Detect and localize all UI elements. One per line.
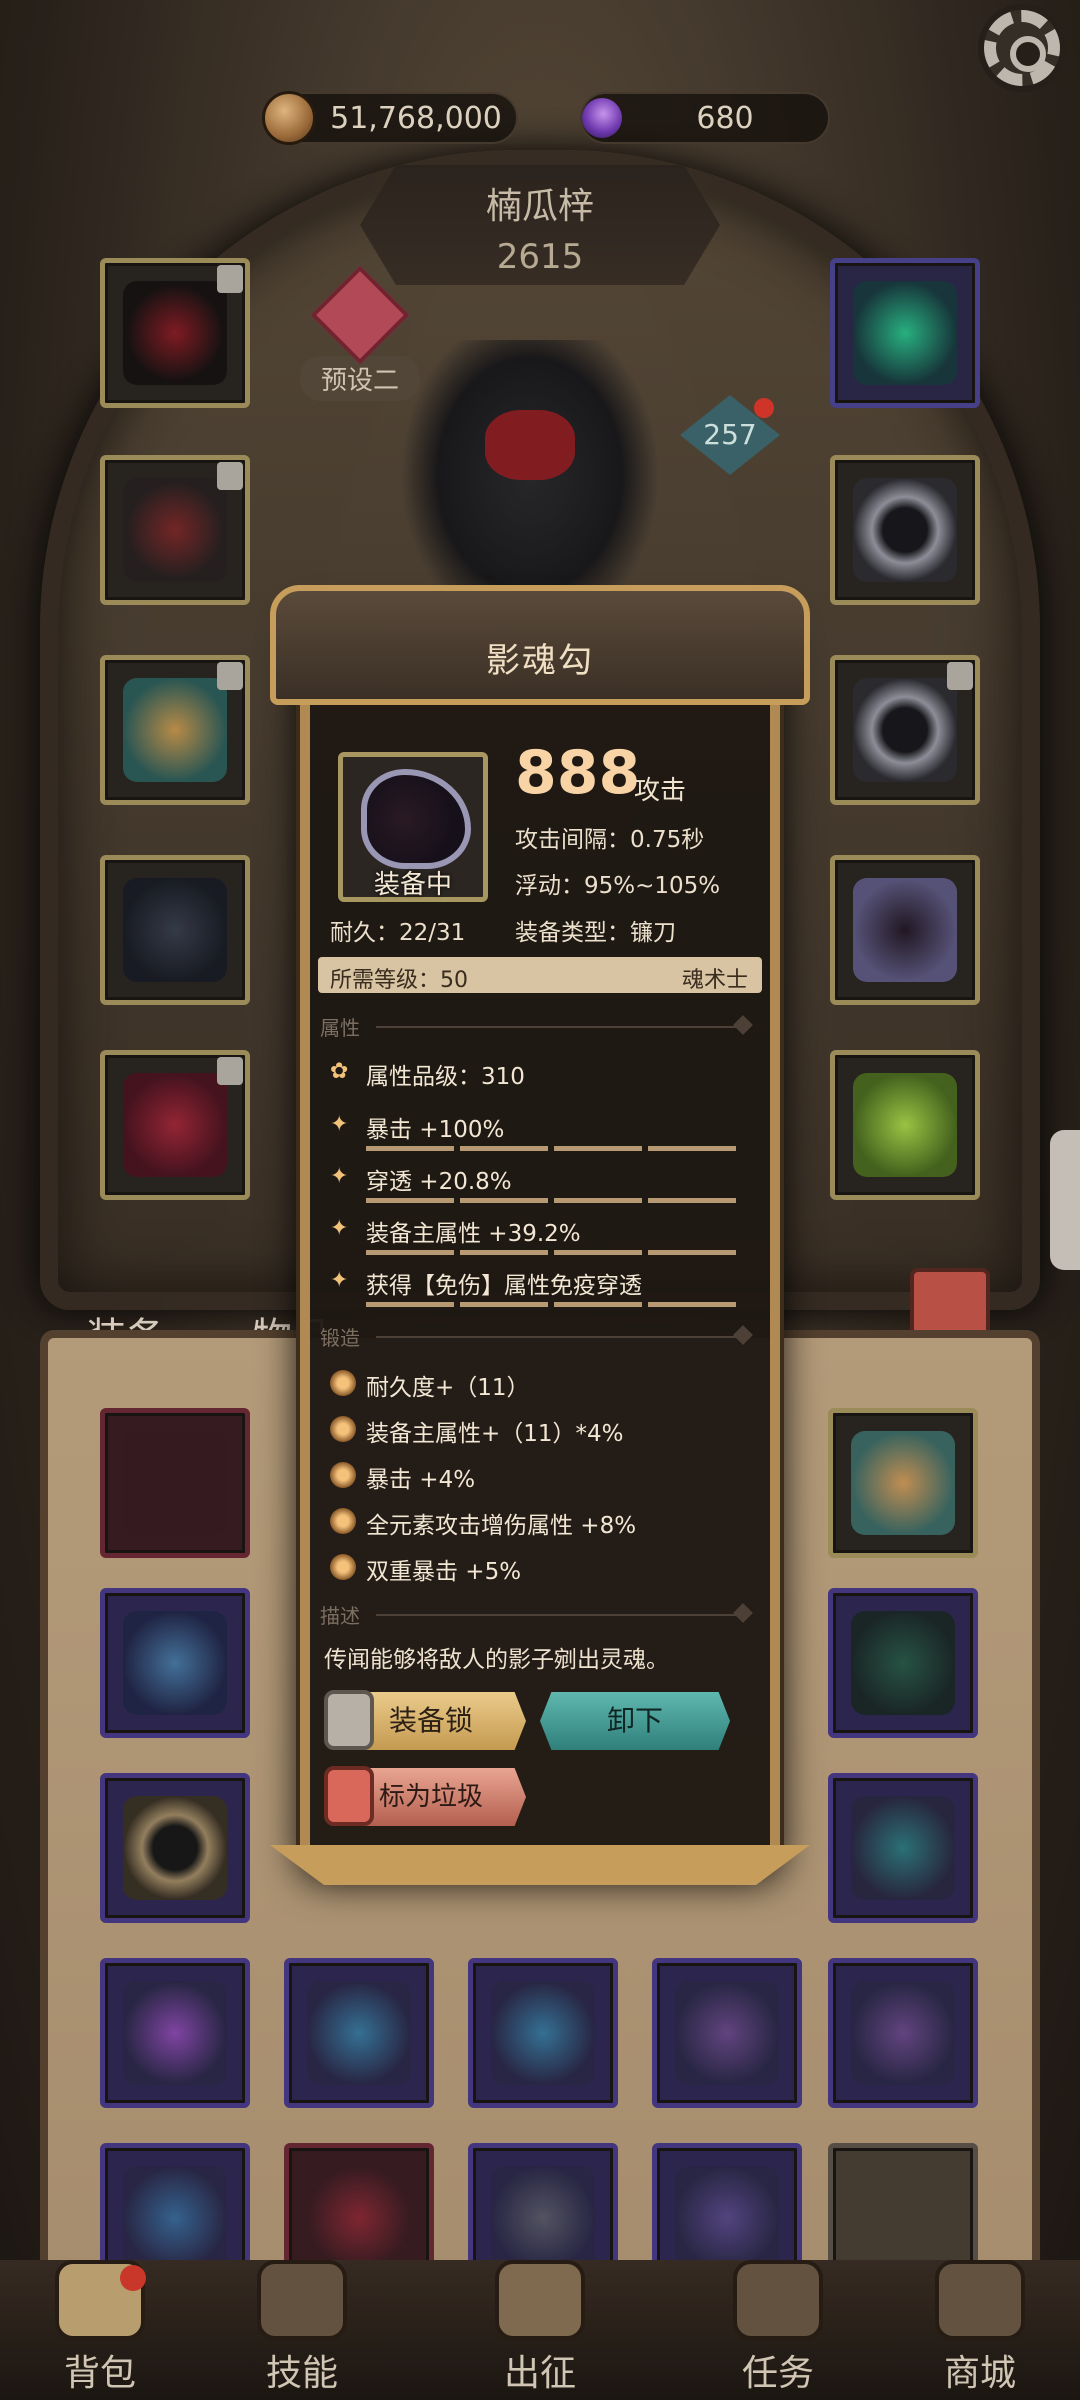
forge-row: 暴击 +4% bbox=[330, 1456, 760, 1496]
attribute-grade-text: 属性品级：310 bbox=[366, 1064, 525, 1090]
unequip-button[interactable]: 卸下 bbox=[540, 1692, 730, 1750]
forge-text: 耐久度+（11） bbox=[366, 1375, 530, 1401]
orb-icon bbox=[330, 1370, 356, 1396]
forge-row: 装备主属性+（11）*4% bbox=[330, 1410, 760, 1450]
attribute-bar bbox=[366, 1250, 736, 1255]
scythe-icon bbox=[361, 769, 471, 869]
divider bbox=[376, 1026, 750, 1028]
lotus-icon: ✿ bbox=[330, 1059, 349, 1084]
sparkle-icon: ✦ bbox=[330, 1216, 349, 1241]
modal-footer-ornament bbox=[270, 1845, 810, 1885]
section-description: 描述 bbox=[320, 1600, 760, 1630]
required-class: 魂术士 bbox=[681, 968, 748, 993]
sparkle-icon: ✦ bbox=[330, 1268, 349, 1293]
section-attributes: 属性 bbox=[320, 1012, 760, 1042]
attribute-text: 获得【免伤】属性免疫穿透 bbox=[366, 1273, 642, 1299]
attribute-text: 穿透 +20.8% bbox=[366, 1169, 512, 1195]
item-detail-modal: 影魂勾 装备中 888 攻击 攻击间隔：0.75秒 浮动：95%~105% 耐久… bbox=[270, 585, 810, 1885]
forge-text: 装备主属性+（11）*4% bbox=[366, 1421, 624, 1447]
orb-icon bbox=[330, 1462, 356, 1488]
section-label: 描述 bbox=[320, 1604, 360, 1628]
attribute-row: ✦ 穿透 +20.8% bbox=[330, 1160, 760, 1206]
item-preview: 装备中 bbox=[338, 752, 488, 902]
diamond-icon bbox=[733, 1603, 753, 1623]
forge-row: 耐久度+（11） bbox=[330, 1364, 760, 1404]
modal-header: 影魂勾 bbox=[270, 585, 810, 705]
diamond-icon bbox=[733, 1325, 753, 1345]
orb-icon bbox=[330, 1508, 356, 1534]
section-label: 属性 bbox=[320, 1016, 360, 1040]
trash-icon bbox=[324, 1766, 374, 1826]
attack-interval: 攻击间隔：0.75秒 bbox=[515, 827, 705, 853]
forge-text: 暴击 +4% bbox=[366, 1467, 476, 1493]
attribute-text: 暴击 +100% bbox=[366, 1117, 505, 1143]
item-name: 影魂勾 bbox=[486, 641, 594, 681]
game-scene: 51,768,000 680 楠瓜梓 2615 预设二 257 背包 技能 出征… bbox=[0, 0, 1080, 2400]
orb-icon bbox=[330, 1416, 356, 1442]
equip-type: 装备类型：镰刀 bbox=[515, 920, 676, 946]
attribute-bar bbox=[366, 1198, 736, 1203]
sparkle-icon: ✦ bbox=[330, 1112, 349, 1137]
attribute-text: 装备主属性 +39.2% bbox=[366, 1221, 581, 1247]
sparkle-icon: ✦ bbox=[330, 1164, 349, 1189]
lock-icon bbox=[324, 1690, 374, 1750]
divider bbox=[376, 1614, 750, 1616]
forge-text: 全元素攻击增伤属性 +8% bbox=[366, 1513, 637, 1539]
attack-unit: 攻击 bbox=[634, 776, 687, 806]
required-level: 所需等级：50 bbox=[330, 968, 468, 993]
requirement-bar: 所需等级：50 魂术士 bbox=[318, 957, 762, 993]
attribute-bar bbox=[366, 1302, 736, 1307]
divider bbox=[376, 1336, 750, 1338]
item-description: 传闻能够将敌人的影子剜出灵魂。 bbox=[324, 1647, 669, 1673]
damage-variance: 浮动：95%~105% bbox=[515, 873, 721, 899]
attribute-grade: ✿ 属性品级：310 bbox=[330, 1055, 760, 1101]
orb-icon bbox=[330, 1554, 356, 1580]
section-label: 锻造 bbox=[320, 1326, 360, 1350]
section-forge: 锻造 bbox=[320, 1322, 760, 1352]
equipped-tag: 装备中 bbox=[373, 870, 452, 900]
forge-text: 双重暴击 +5% bbox=[366, 1559, 522, 1585]
attribute-row: ✦ 获得【免伤】属性免疫穿透 bbox=[330, 1264, 760, 1310]
attribute-row: ✦ 装备主属性 +39.2% bbox=[330, 1212, 760, 1258]
durability: 耐久：22/31 bbox=[330, 920, 466, 946]
attack-value: 888 bbox=[515, 738, 641, 808]
diamond-icon bbox=[733, 1015, 753, 1035]
forge-row: 全元素攻击增伤属性 +8% bbox=[330, 1502, 760, 1542]
forge-row: 双重暴击 +5% bbox=[330, 1548, 760, 1588]
attribute-row: ✦ 暴击 +100% bbox=[330, 1108, 760, 1154]
attribute-bar bbox=[366, 1146, 736, 1151]
